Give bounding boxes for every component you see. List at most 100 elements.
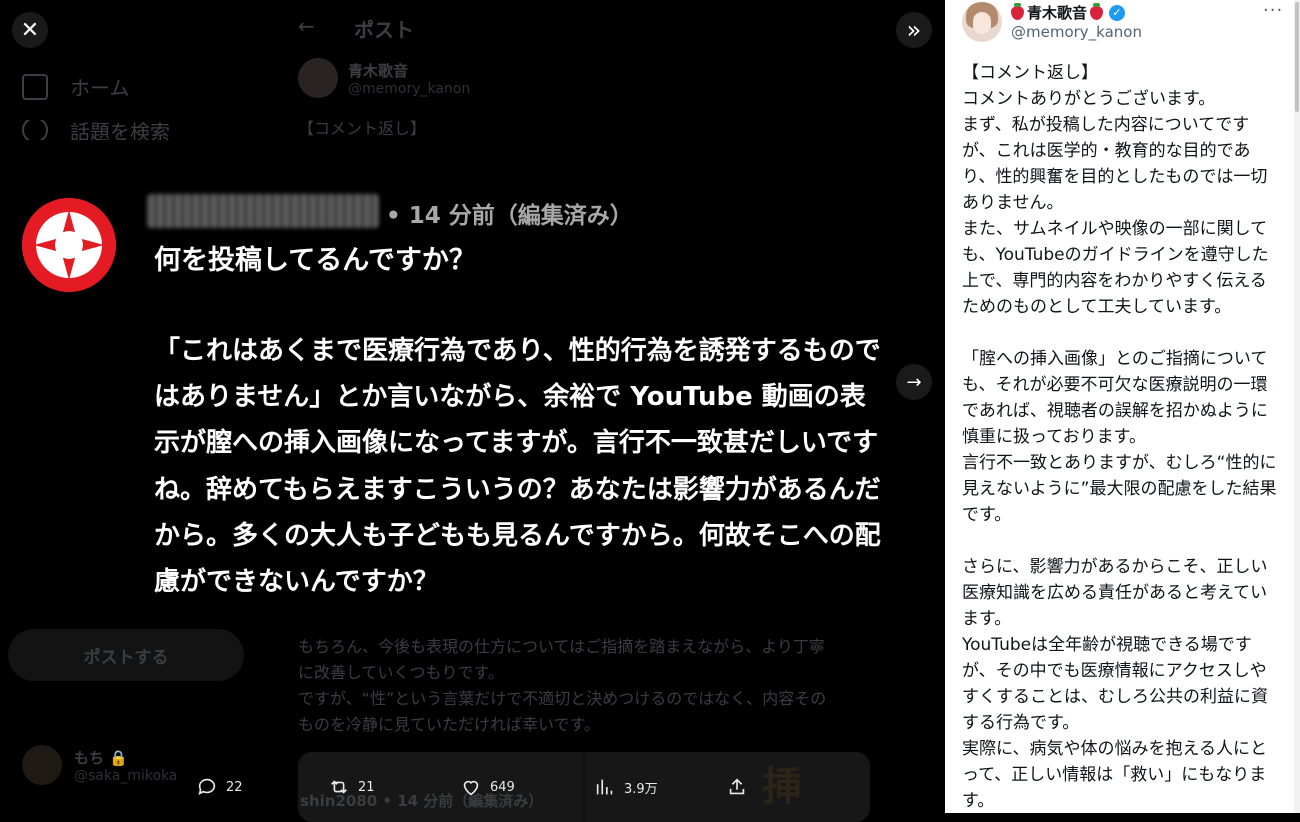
home-icon <box>22 73 48 100</box>
post-line: す。 <box>962 791 995 811</box>
lock-icon: 🔒 <box>109 748 128 767</box>
background-post-line: ものを冷静に見ていただければ幸いです。 <box>298 715 600 734</box>
repost-icon <box>331 780 347 794</box>
blurred-username <box>147 194 379 228</box>
share-icon <box>729 778 745 795</box>
kyokushin-logo-icon <box>22 198 116 292</box>
background-post-first-line: 【コメント返し】 <box>298 119 427 138</box>
post-line: まず、私が投稿した内容についてです <box>962 115 1250 135</box>
post-line: であれば、視聴者の誤解を招かぬように <box>962 401 1268 421</box>
like-count: 649 <box>490 779 515 795</box>
comment-line: はありません」とか言いながら、余裕で YouTube 動画の表 <box>154 382 866 413</box>
user-handle: @saka_mikoka <box>74 767 178 784</box>
panel-author-name: 青木歌音 <box>1027 4 1088 22</box>
comment-line: 慮ができないんですか？ <box>154 567 439 598</box>
repost-count: 21 <box>358 779 375 795</box>
reply-button[interactable]: 22 <box>196 776 243 798</box>
panel-author[interactable]: 青木歌音 ✓ <box>1011 2 1126 23</box>
post-line: り、性的興奮を目的としたものでは一切 <box>962 167 1268 187</box>
panel-author-handle[interactable]: @memory_kanon <box>1011 23 1142 41</box>
nav-home[interactable]: ホーム <box>22 72 129 101</box>
avatar <box>22 745 62 785</box>
post-line: ためのものとして工夫しています。 <box>962 297 1232 317</box>
close-button[interactable]: ✕ <box>12 12 48 48</box>
scrollbar-thumb[interactable] <box>1295 2 1299 112</box>
comment-meta: • 14 分前（編集済み） <box>386 203 633 229</box>
post-line: YouTubeは全年齢が視聴できる場です <box>962 635 1252 655</box>
next-image-button[interactable]: → <box>896 364 932 400</box>
reply-icon <box>198 778 216 795</box>
more-options-icon[interactable]: ··· <box>1263 0 1283 21</box>
post-line: する行為です。 <box>962 713 1080 733</box>
comment-line: 示が膣への挿入画像になってますが。言行不一致甚だしいです <box>154 428 879 459</box>
author-name: 青木歌音 <box>348 61 409 80</box>
heart-icon <box>463 780 479 796</box>
search-icon <box>22 120 48 140</box>
close-icon: ✕ <box>20 17 40 43</box>
avatar[interactable] <box>962 2 1002 42</box>
post-line: 言行不一致とありますが、むしろ“性的に <box>962 453 1277 473</box>
bar-chart-icon <box>596 779 613 795</box>
scrollbar[interactable] <box>1294 0 1300 813</box>
channel-logo <box>22 198 116 292</box>
reply-panel: 青木歌音 ✓ @memory_kanon ··· 【コメント返し】 コメントあり… <box>945 0 1300 813</box>
reply-count: 22 <box>226 779 243 795</box>
arrow-right-icon: → <box>906 371 922 393</box>
post-line: コメントありがとうございます。 <box>962 89 1216 109</box>
action-bar: 22 21 649 3.9万 <box>196 776 756 802</box>
comment-line: ね。辞めてもらえますこういうの？あなたは影響力があるんだ <box>154 474 881 505</box>
post-line: が、これは医学的・教育的な目的であ <box>962 141 1251 161</box>
user-name: もち <box>74 748 105 767</box>
post-line: が、その中でも医療情報にアクセスしや <box>962 661 1267 681</box>
repost-button[interactable]: 21 <box>328 776 375 798</box>
post-line: 見えないように”最大限の配慮をした結果 <box>962 479 1277 499</box>
post-line: 上で、専門的内容をわかりやすく伝える <box>962 271 1267 291</box>
post-line: ありません。 <box>962 193 1064 213</box>
post-line: 医療知識を広める責任があると考えてい <box>962 583 1268 603</box>
views-button[interactable]: 3.9万 <box>594 776 658 798</box>
account-switcher[interactable]: もち 🔒 @saka_mikoka <box>22 745 177 785</box>
media-kanji: 挿 <box>762 764 802 810</box>
collapse-panel-button[interactable]: » <box>896 12 932 48</box>
view-count: 3.9万 <box>624 781 658 797</box>
background-post-line: ですが、“性”という言葉だけで不適切と決めつけるのではなく、内容その <box>298 689 827 708</box>
share-button[interactable] <box>726 776 748 798</box>
post-line: さらに、影響力があるからこそ、正しい <box>962 557 1268 577</box>
post-blank-line <box>962 528 1287 554</box>
author-handle: @memory_kanon <box>348 80 471 97</box>
post-line: って、正しい情報は「救い」にもなりま <box>962 765 1267 785</box>
double-chevron-right-icon: » <box>906 16 922 44</box>
nav-explore-label: 話題を検索 <box>70 120 170 140</box>
verified-badge-icon: ✓ <box>1109 4 1126 21</box>
background-post-line: に改善していくつもりです。 <box>298 663 504 682</box>
post-line: です。 <box>962 505 1012 525</box>
post-line: 「腟への挿入画像」とのご指摘について <box>962 349 1268 369</box>
post-line: ます。 <box>962 609 1012 629</box>
strawberry-icon <box>1090 2 1104 20</box>
strawberry-icon <box>1011 2 1024 20</box>
like-button[interactable]: 649 <box>460 776 515 798</box>
post-line: また、サムネイルや映像の一部に関して <box>962 219 1268 239</box>
page-title: ポスト <box>354 18 414 42</box>
comment-title: 何を投稿してるんですか？ <box>154 245 476 276</box>
background-post-line: もちろん、今後も表現の仕方についてはご指摘を踏まえながら、より丁寧 <box>298 637 825 656</box>
background-post-tail: もちろん、今後も表現の仕方についてはご指摘を踏まえながら、より丁寧 に改善してい… <box>298 634 858 738</box>
post-line: 【コメント返し】 <box>962 63 1098 83</box>
nav-explore[interactable]: 話題を検索 <box>22 120 170 140</box>
avatar-face <box>973 12 991 34</box>
comment-line: 「これはあくまで医療行為であり、性的行為を誘発するもので <box>154 336 881 366</box>
comment-line: から。多くの大人も子どもも見るんですから。何故そこへの配 <box>154 520 881 551</box>
post-line: すくすることは、むしろ公共の利益に資 <box>962 687 1268 707</box>
post-line: 慎重に扱っております。 <box>962 427 1146 447</box>
avatar[interactable] <box>298 58 338 98</box>
back-arrow-icon[interactable]: ← <box>298 14 315 38</box>
comment-body: 「これはあくまで医療行為であり、性的行為を誘発するもので はありません」とか言い… <box>154 328 894 605</box>
post-line: も、YouTubeのガイドラインを遵守した <box>962 245 1269 265</box>
post-body: 【コメント返し】 コメントありがとうございます。 まず、私が投稿した内容について… <box>962 60 1287 813</box>
post-blank-line <box>962 320 1287 346</box>
post-line: も、それが必要不可欠な医療説明の一環 <box>962 375 1268 395</box>
post-button[interactable]: ポストする <box>8 629 244 681</box>
background-author: 青木歌音 @memory_kanon <box>298 58 470 98</box>
post-line: 実際に、病気や体の悩みを抱える人にと <box>962 739 1267 759</box>
nav-home-label: ホーム <box>70 76 130 100</box>
